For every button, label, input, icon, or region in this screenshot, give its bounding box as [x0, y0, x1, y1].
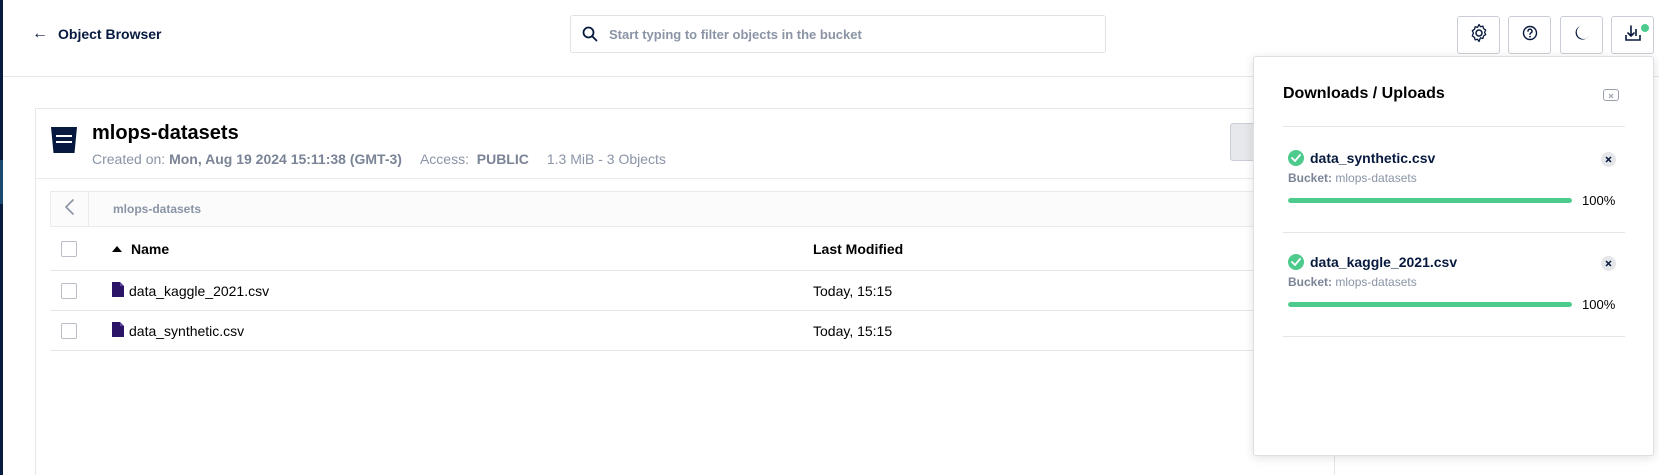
- download-tray-icon: [1623, 23, 1643, 48]
- name-column-label: Name: [131, 240, 170, 257]
- bucket-header: mlops-datasets Created on: Mon, Aug 19 2…: [36, 109, 1334, 179]
- remove-transfer-button[interactable]: [1601, 256, 1616, 271]
- access-value: PUBLIC: [476, 151, 529, 167]
- downloads-uploads-panel: Downloads / Uploads data_synthetic.csv B…: [1253, 56, 1654, 456]
- transfer-item: data_kaggle_2021.csv Bucket: mlops-datas…: [1288, 254, 1620, 312]
- close-panel-button[interactable]: [1603, 89, 1619, 101]
- transfer-bucket-name: mlops-datasets: [1335, 275, 1417, 289]
- transfer-file-name: data_kaggle_2021.csv: [1310, 254, 1458, 270]
- transfer-item: data_synthetic.csv Bucket: mlops-dataset…: [1288, 150, 1620, 208]
- help-circle-icon: [1522, 25, 1538, 46]
- chevron-left-icon: [64, 198, 76, 220]
- filter-search-input[interactable]: [609, 26, 1089, 42]
- row-checkbox[interactable]: [61, 322, 77, 339]
- created-value: Mon, Aug 19 2024 15:11:38 (GMT-3): [169, 151, 402, 167]
- bucket-icon: [49, 125, 79, 155]
- table-row[interactable]: data_kaggle_2021.csv Today, 15:15: [50, 271, 1340, 311]
- check-circle-icon: [1288, 150, 1304, 166]
- row-checkbox[interactable]: [61, 282, 77, 299]
- progress-fill: [1288, 302, 1572, 307]
- help-button[interactable]: [1508, 16, 1551, 54]
- select-all-checkbox[interactable]: [61, 240, 77, 257]
- file-icon: [112, 281, 124, 300]
- name-column-header[interactable]: Name: [112, 241, 169, 257]
- breadcrumb: mlops-datasets: [50, 191, 1340, 227]
- access-label: Access:: [419, 151, 469, 167]
- progress-percent: 100%: [1582, 297, 1616, 312]
- transfer-bucket: Bucket: mlops-datasets: [1288, 275, 1620, 289]
- transfer-bucket-label: Bucket:: [1288, 171, 1333, 185]
- bucket-meta: Created on: Mon, Aug 19 2024 15:11:38 (G…: [92, 151, 666, 167]
- table-header-row: Name Last Modified: [50, 227, 1340, 271]
- sidebar-accent: [0, 160, 3, 204]
- arrow-left-icon: ←: [32, 25, 48, 42]
- sort-ascending-icon: [112, 245, 122, 252]
- transfer-file-name: data_synthetic.csv: [1310, 150, 1436, 166]
- check-circle-icon: [1288, 254, 1304, 270]
- breadcrumb-back-button[interactable]: [51, 192, 89, 226]
- file-icon: [112, 321, 124, 340]
- breadcrumb-path[interactable]: mlops-datasets: [113, 202, 201, 216]
- remove-transfer-button[interactable]: [1601, 152, 1616, 167]
- dark-mode-toggle[interactable]: [1560, 16, 1603, 54]
- progress-percent: 100%: [1582, 193, 1616, 208]
- transfer-bucket-label: Bucket:: [1288, 275, 1333, 289]
- object-name-cell[interactable]: data_synthetic.csv: [112, 321, 245, 340]
- bucket-summary: 1.3 MiB - 3 Objects: [546, 151, 666, 167]
- progress-fill: [1288, 198, 1572, 203]
- moon-icon: [1573, 24, 1591, 47]
- gear-icon: [1469, 23, 1489, 48]
- filter-search-box: [570, 15, 1106, 53]
- close-icon: [1607, 86, 1615, 104]
- last-modified-column-header[interactable]: Last Modified: [813, 241, 903, 257]
- object-last-modified: Today, 15:15: [813, 322, 893, 339]
- object-name-cell[interactable]: data_kaggle_2021.csv: [112, 281, 270, 300]
- divider: [1283, 336, 1625, 337]
- search-icon: [571, 16, 609, 52]
- objects-table: Name Last Modified data_kaggle_2021.csv …: [50, 227, 1340, 351]
- back-to-object-browser-link[interactable]: ← Object Browser: [32, 25, 161, 43]
- table-row[interactable]: data_synthetic.csv Today, 15:15: [50, 311, 1340, 351]
- created-label: Created on:: [92, 151, 166, 167]
- divider: [1283, 126, 1625, 127]
- bucket-name: mlops-datasets: [92, 122, 239, 144]
- progress-bar: [1288, 198, 1572, 203]
- divider: [1283, 232, 1625, 233]
- downloads-panel-title: Downloads / Uploads: [1283, 85, 1445, 102]
- back-link-label: Object Browser: [58, 26, 162, 42]
- downloads-button[interactable]: [1611, 16, 1654, 54]
- object-last-modified: Today, 15:15: [813, 282, 893, 299]
- object-name: data_kaggle_2021.csv: [129, 282, 270, 299]
- transfer-bucket-name: mlops-datasets: [1335, 171, 1417, 185]
- bucket-panel: mlops-datasets Created on: Mon, Aug 19 2…: [35, 108, 1340, 475]
- transfer-bucket: Bucket: mlops-datasets: [1288, 171, 1620, 185]
- object-name: data_synthetic.csv: [129, 322, 245, 339]
- settings-button[interactable]: [1457, 16, 1500, 54]
- progress-bar: [1288, 302, 1572, 307]
- notification-dot: [1641, 24, 1649, 32]
